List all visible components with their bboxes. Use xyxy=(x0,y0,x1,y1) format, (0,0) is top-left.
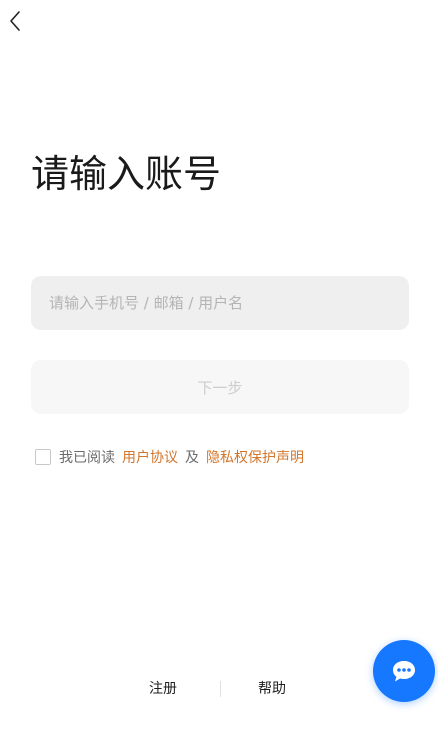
chevron-left-icon xyxy=(10,11,20,31)
footer: 注册 帮助 xyxy=(0,678,438,700)
privacy-policy-link[interactable]: 隐私权保护声明 xyxy=(206,447,304,467)
user-agreement-link[interactable]: 用户协议 xyxy=(122,447,178,467)
agreement-checkbox[interactable] xyxy=(35,449,51,465)
footer-divider xyxy=(220,681,221,697)
next-button[interactable]: 下一步 xyxy=(31,360,409,414)
back-button[interactable] xyxy=(4,8,26,34)
chat-button[interactable] xyxy=(373,640,435,702)
agreement-and: 及 xyxy=(185,450,199,466)
register-link[interactable]: 注册 xyxy=(149,678,177,700)
help-link[interactable]: 帮助 xyxy=(258,678,286,700)
agreement-row: 我已阅读 用户协议 及 隐私权保护声明 xyxy=(35,447,304,467)
page-title: 请输入账号 xyxy=(31,152,222,196)
chat-bubble-icon xyxy=(393,661,415,682)
account-input[interactable] xyxy=(31,276,409,330)
agreement-prefix: 我已阅读 xyxy=(59,450,115,466)
